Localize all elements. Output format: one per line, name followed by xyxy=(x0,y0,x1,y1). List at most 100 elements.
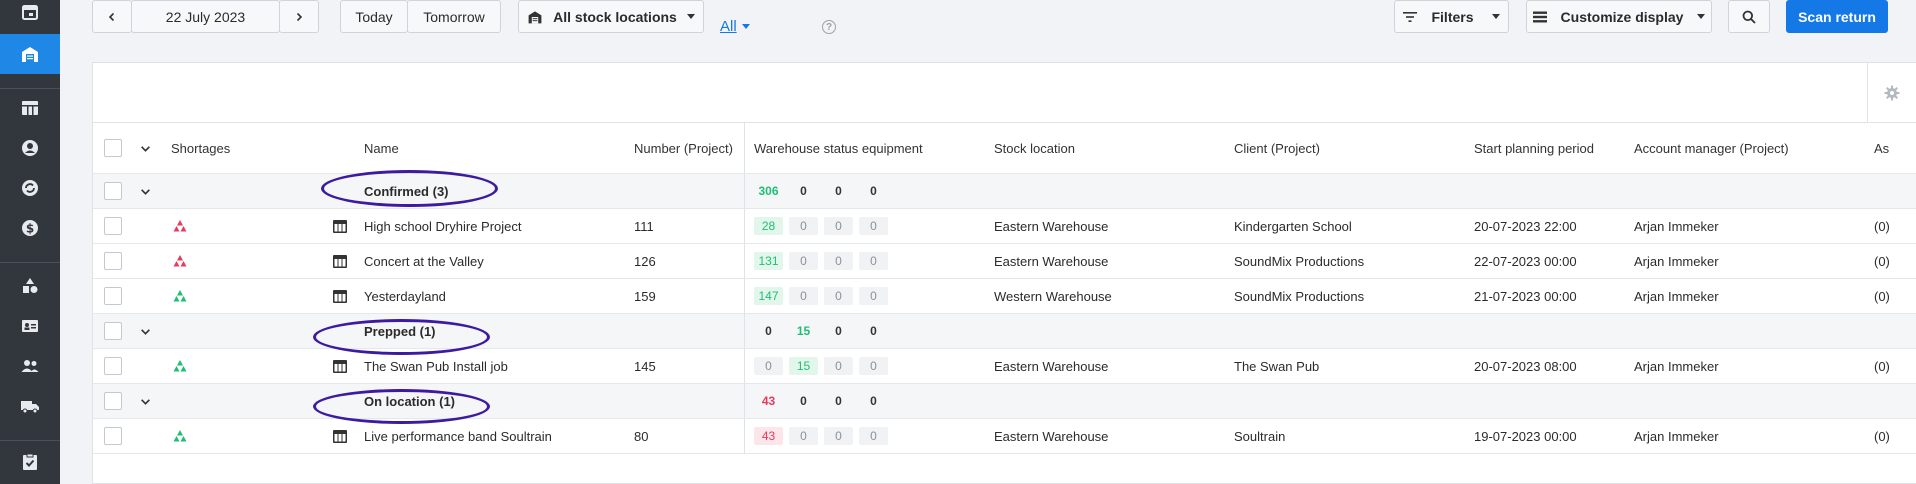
status-total: 0 xyxy=(870,184,877,198)
project-name[interactable]: Concert at the Valley xyxy=(364,244,484,278)
today-button[interactable]: Today xyxy=(340,0,408,33)
customize-display-button[interactable]: Customize display xyxy=(1526,0,1712,33)
client-name: SoundMix Productions xyxy=(1234,253,1365,269)
table-settings-button[interactable] xyxy=(1867,63,1916,123)
status-total: 0 xyxy=(835,184,842,198)
users-icon xyxy=(21,360,39,372)
row-checkbox[interactable] xyxy=(104,244,122,278)
table-row[interactable]: Live performance band Soultrain 80 43 0 0 0 Ea… xyxy=(93,419,1916,454)
column-header[interactable]: Client (Project) xyxy=(1234,123,1320,173)
tomorrow-button[interactable]: Tomorrow xyxy=(407,0,501,33)
collapse-all-toggle[interactable] xyxy=(140,123,151,173)
status-count: 0 xyxy=(824,287,853,305)
caret-down-icon xyxy=(1491,14,1500,19)
row-checkbox[interactable] xyxy=(104,209,122,243)
column-header[interactable]: Account manager (Project) xyxy=(1634,123,1789,173)
row-checkbox[interactable] xyxy=(104,314,122,348)
project-name[interactable]: Yesterdayland xyxy=(364,279,446,313)
prev-date-button[interactable] xyxy=(92,0,132,33)
project-name[interactable]: Live performance band Soultrain xyxy=(364,419,552,453)
sidebar-item-equipment[interactable] xyxy=(0,266,60,306)
project-name[interactable]: The Swan Pub Install job xyxy=(364,349,508,383)
row-checkbox[interactable] xyxy=(104,174,122,208)
scan-return-button[interactable]: Scan return xyxy=(1786,0,1888,33)
group-collapse-toggle[interactable] xyxy=(140,384,151,418)
table-row[interactable]: Yesterdayland 159 147 0 0 0 Western Warehouse S… xyxy=(93,279,1916,314)
sidebar-item-planning[interactable] xyxy=(0,88,60,128)
table-row[interactable]: The Swan Pub Install job 145 0 15 0 0 Eastern … xyxy=(93,349,1916,384)
date-picker[interactable]: 22 July 2023 xyxy=(131,0,280,33)
today-label: Today xyxy=(355,8,393,25)
table-row[interactable]: Concert at the Valley 126 131 0 0 0 Eastern Wa… xyxy=(93,244,1916,279)
stock-location-select[interactable]: All stock locations xyxy=(518,0,704,33)
status-count: 0 xyxy=(859,357,888,375)
account-manager: Arjan Immeker xyxy=(1634,428,1719,444)
search-button[interactable] xyxy=(1728,0,1770,33)
status-count: 0 xyxy=(789,217,818,235)
warehouse-status: 131 0 0 0 xyxy=(754,244,894,278)
chevron-left-icon xyxy=(108,12,115,21)
user-icon xyxy=(22,140,38,156)
group-collapse-toggle[interactable] xyxy=(140,174,151,208)
client-name: SoundMix Productions xyxy=(1234,288,1365,304)
project-number: 126 xyxy=(634,253,656,269)
warehouse-icon xyxy=(528,10,542,23)
group-row[interactable]: Confirmed (3) 306 0 0 0 xyxy=(93,174,1916,209)
customize-display-label: Customize display xyxy=(1560,8,1684,25)
sidebar-item-crew[interactable] xyxy=(0,306,60,346)
column-header[interactable]: As xyxy=(1874,123,1889,173)
project-table-icon xyxy=(333,289,347,303)
shortage-icon xyxy=(173,255,187,267)
group-label: On location (1) xyxy=(364,393,455,409)
project-table-icon xyxy=(333,429,347,443)
project-table-icon xyxy=(333,254,347,268)
column-header[interactable]: Name xyxy=(364,123,399,173)
sidebar-item-warehouse[interactable] xyxy=(0,34,60,74)
row-checkbox[interactable] xyxy=(104,279,122,313)
status-count: 28 xyxy=(754,217,783,235)
card-header xyxy=(93,63,1916,123)
project-type xyxy=(333,209,347,243)
project-type xyxy=(333,419,347,453)
project-name[interactable]: High school Dryhire Project xyxy=(364,209,522,243)
sidebar-item-invoices[interactable]: $ xyxy=(0,208,60,248)
sidebar-item-tasks[interactable] xyxy=(0,442,60,482)
column-header[interactable]: Warehouse status equipment xyxy=(754,123,923,173)
column-header[interactable]: Number (Project) xyxy=(634,123,733,173)
group-row[interactable]: On location (1) 43 0 0 0 xyxy=(93,384,1916,419)
group-row[interactable]: Prepped (1) 0 15 0 0 xyxy=(93,314,1916,349)
sidebar-item-users[interactable] xyxy=(0,346,60,386)
row-checkbox[interactable] xyxy=(104,384,122,418)
column-header[interactable]: Shortages xyxy=(171,123,230,173)
group-collapse-toggle[interactable] xyxy=(140,314,151,348)
filters-button[interactable]: Filters xyxy=(1394,0,1509,33)
project-table-icon xyxy=(333,219,347,233)
table-row[interactable]: High school Dryhire Project 111 28 0 0 0 Easte… xyxy=(93,209,1916,244)
shortage-indicator xyxy=(173,209,187,243)
group-status-totals: 306 0 0 0 xyxy=(754,174,894,208)
all-filter-link[interactable]: All xyxy=(720,18,750,35)
row-checkbox[interactable] xyxy=(104,419,122,453)
list-icon xyxy=(1532,11,1547,22)
table-header-row: Shortages Name Number (Project) Warehous… xyxy=(93,123,1916,174)
column-header[interactable]: Start planning period xyxy=(1474,123,1594,173)
select-all-checkbox[interactable] xyxy=(104,123,122,173)
chevron-right-icon xyxy=(296,12,303,21)
shortage-indicator xyxy=(173,244,187,278)
help-icon[interactable]: ? xyxy=(822,20,836,34)
status-count: 0 xyxy=(859,252,888,270)
svg-text:$: $ xyxy=(26,222,34,236)
status-total: 15 xyxy=(796,324,811,338)
row-checkbox[interactable] xyxy=(104,349,122,383)
sidebar-item-calendar[interactable] xyxy=(0,0,60,32)
next-date-button[interactable] xyxy=(279,0,319,33)
sidebar-item-contacts[interactable] xyxy=(0,128,60,168)
sidebar-item-subrent[interactable] xyxy=(0,168,60,208)
sidebar-item-transport[interactable] xyxy=(0,386,60,426)
shapes-icon xyxy=(23,278,38,293)
projects-table: Shortages Name Number (Project) Warehous… xyxy=(93,123,1916,454)
status-count: 0 xyxy=(754,357,783,375)
start-planning: 19-07-2023 00:00 xyxy=(1474,428,1577,444)
column-header[interactable]: Stock location xyxy=(994,123,1075,173)
client-name: Soultrain xyxy=(1234,428,1286,444)
